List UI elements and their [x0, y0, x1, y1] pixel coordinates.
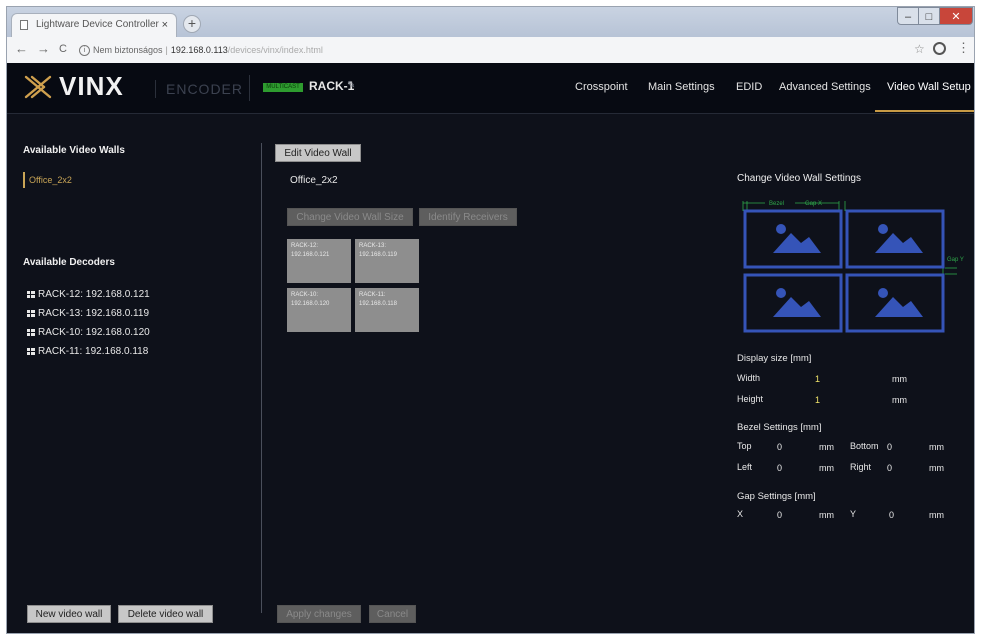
bezel-right-input[interactable]: 0: [887, 463, 892, 473]
gap-x-input[interactable]: 0: [777, 510, 782, 520]
profile-icon[interactable]: [933, 42, 946, 55]
product-type: ENCODER: [155, 80, 243, 98]
gap-x-label: X: [737, 509, 744, 519]
active-menu-indicator: [875, 110, 974, 112]
url-host: 192.168.0.113: [170, 45, 228, 55]
menu-crosspoint[interactable]: Crosspoint: [575, 81, 628, 93]
reload-icon[interactable]: C: [59, 43, 67, 55]
wall-diagram: Bezel Gap X Gap Y: [735, 189, 967, 339]
browser-tab[interactable]: Lightware Device Controller ×: [11, 13, 177, 37]
forward-icon[interactable]: →: [37, 41, 50, 56]
video-wall-grid-icon: [27, 347, 35, 355]
decoder-item[interactable]: RACK-10: 192.168.0.120: [27, 327, 150, 338]
gap-settings-title: Gap Settings [mm]: [737, 491, 816, 502]
selected-wall-name: Office_2x2: [290, 175, 338, 186]
browser-window: Lightware Device Controller × + – □ ✕ ← …: [6, 6, 975, 634]
gap-y-label: Gap Y: [947, 257, 964, 263]
identify-receivers-button[interactable]: Identify Receivers: [419, 208, 517, 226]
height-input[interactable]: 1: [815, 395, 820, 405]
bezel-right-label: Right: [850, 462, 872, 472]
maximize-button[interactable]: □: [918, 7, 940, 25]
width-unit: mm: [892, 374, 907, 384]
width-label: Width: [737, 373, 761, 383]
tab-close-icon[interactable]: ×: [162, 14, 168, 36]
height-label: Height: [737, 394, 764, 404]
settings-title: Change Video Wall Settings: [737, 173, 861, 184]
edit-name-icon[interactable]: ✎: [347, 80, 355, 91]
display-size-title: Display size [mm]: [737, 353, 812, 364]
bezel-settings-title: Bezel Settings [mm]: [737, 422, 822, 433]
bezel-label: Bezel: [769, 201, 784, 207]
bezel-right-unit: mm: [929, 463, 944, 473]
address-bar: ← → C i Nem biztonságos | 192.168.0.113/dev…: [7, 37, 974, 64]
available-decoders-title: Available Decoders: [23, 257, 115, 268]
window-close-button[interactable]: ✕: [939, 7, 973, 25]
minimize-button[interactable]: –: [897, 7, 919, 25]
menu-video-wall-setup[interactable]: Video Wall Setup: [887, 81, 971, 93]
bezel-left-input[interactable]: 0: [777, 463, 782, 473]
status-badge: MULTICAST: [263, 83, 303, 92]
back-icon[interactable]: ←: [15, 41, 28, 56]
title-bar: Lightware Device Controller × + – □ ✕: [7, 7, 974, 37]
available-walls-title: Available Video Walls: [23, 145, 125, 156]
bezel-left-unit: mm: [819, 463, 834, 473]
decoder-item[interactable]: RACK-13: 192.168.0.119: [27, 308, 149, 319]
video-wall-grid-icon: [27, 328, 35, 336]
wall-tile[interactable]: RACK-12: 192.168.0.121: [287, 239, 351, 283]
url-path: /devices/vinx/index.html: [227, 45, 323, 55]
url-field[interactable]: i Nem biztonságos | 192.168.0.113/devices/v…: [79, 41, 909, 59]
wall-tile[interactable]: RACK-13: 192.168.0.119: [355, 239, 419, 283]
video-wall-item[interactable]: Office_2x2: [23, 172, 72, 188]
gap-y-unit: mm: [929, 510, 944, 520]
info-icon[interactable]: i: [79, 45, 90, 57]
video-wall-grid-icon: [27, 290, 35, 298]
security-label: Nem biztonságos: [93, 45, 163, 55]
decoder-item[interactable]: RACK-11: 192.168.0.118: [27, 346, 148, 357]
bezel-top-label: Top: [737, 441, 752, 451]
gap-y-label: Y: [850, 509, 857, 519]
new-video-wall-button[interactable]: New video wall: [27, 605, 111, 623]
browser-menu-icon[interactable]: ⋮: [957, 40, 970, 56]
bezel-top-unit: mm: [819, 442, 834, 452]
vinx-logo-icon: [24, 75, 52, 99]
gap-y-input[interactable]: 0: [889, 510, 894, 520]
bezel-top-input[interactable]: 0: [777, 442, 782, 452]
cancel-button[interactable]: Cancel: [369, 605, 416, 623]
page-icon: [20, 20, 28, 30]
edit-video-wall-button[interactable]: Edit Video Wall: [275, 144, 361, 162]
bezel-bottom-unit: mm: [929, 442, 944, 452]
video-wall-grid-icon: [27, 309, 35, 317]
gap-x-label: Gap X: [805, 201, 822, 207]
change-wall-size-button[interactable]: Change Video Wall Size: [287, 208, 413, 226]
wall-tile[interactable]: RACK-10: 192.168.0.120: [287, 288, 351, 332]
menu-edid[interactable]: EDID: [736, 81, 762, 93]
delete-video-wall-button[interactable]: Delete video wall: [118, 605, 213, 623]
tab-title: Lightware Device Controller: [36, 19, 159, 30]
bezel-bottom-input[interactable]: 0: [887, 442, 892, 452]
logo-text: VINX: [59, 71, 124, 101]
gap-x-unit: mm: [819, 510, 834, 520]
bezel-left-label: Left: [737, 462, 753, 472]
app-header: VINX ENCODER MULTICAST RACK-1 ✎ Crosspoi…: [7, 63, 974, 114]
menu-main-settings[interactable]: Main Settings: [648, 81, 715, 93]
apply-changes-button[interactable]: Apply changes: [277, 605, 361, 623]
wall-tile[interactable]: RACK-11: 192.168.0.118: [355, 288, 419, 332]
height-unit: mm: [892, 395, 907, 405]
bookmark-star-icon[interactable]: ☆: [914, 42, 925, 56]
menu-advanced-settings[interactable]: Advanced Settings: [779, 81, 871, 93]
app-area: VINX ENCODER MULTICAST RACK-1 ✎ Crosspoi…: [7, 63, 974, 633]
bezel-bottom-label: Bottom: [850, 441, 879, 451]
panel-divider: [261, 143, 262, 613]
decoder-item[interactable]: RACK-12: 192.168.0.121: [27, 289, 150, 300]
new-tab-button[interactable]: +: [183, 15, 201, 33]
wall-diagram-image: Bezel Gap X Gap Y: [742, 201, 964, 333]
header-divider: [249, 75, 250, 101]
width-input[interactable]: 1: [815, 374, 820, 384]
